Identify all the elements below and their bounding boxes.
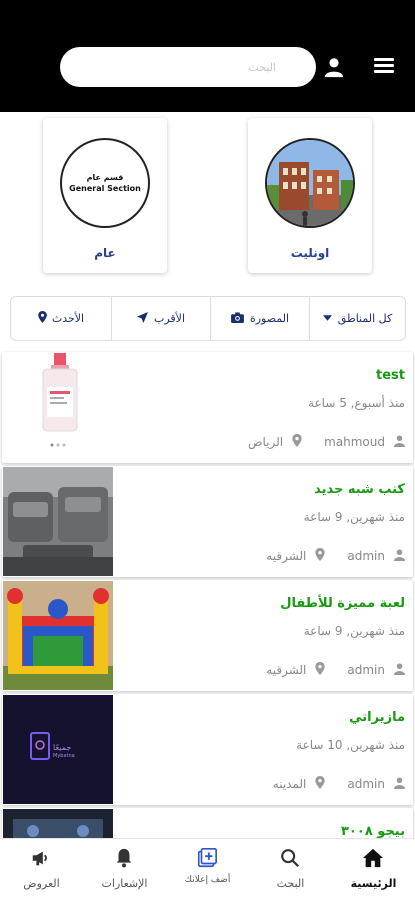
- user-icon: [394, 435, 405, 450]
- general-section-logo: قسم عام General Section: [62, 172, 148, 194]
- nav-notifications[interactable]: الإشعارات: [83, 839, 166, 900]
- listing-user: admin: [347, 663, 385, 677]
- logo-text: جميعًا: [53, 743, 72, 752]
- filter-all-regions[interactable]: كل المناطق: [309, 297, 405, 340]
- filter-label: الأقرب: [153, 312, 185, 325]
- chevron-down-icon: [322, 313, 332, 324]
- listing-thumbnail: [3, 467, 113, 576]
- listing-card[interactable]: جميعًا Mybatna مازيراتي منذ شهرين, 10 سا…: [2, 694, 413, 805]
- map-pin-icon: [315, 662, 326, 678]
- listing-time: منذ شهرين, 9 ساعة: [303, 624, 405, 638]
- search-bar[interactable]: [60, 47, 316, 87]
- nav-add-ad[interactable]: أضف إعلانك: [166, 839, 249, 900]
- map-pin-icon: [315, 776, 326, 792]
- listing-meta: admin الشرقيه: [266, 662, 405, 678]
- listing-title[interactable]: كنب شبه جديد: [314, 482, 405, 497]
- listing-card[interactable]: لعبة مميزة للأطفال منذ شهرين, 9 ساعة adm…: [2, 580, 413, 691]
- category-image: [265, 138, 355, 228]
- nav-search[interactable]: البحث: [249, 839, 332, 900]
- filter-label: كل المناطق: [337, 312, 393, 325]
- listing-thumbnail: [3, 581, 113, 690]
- listing-location: الشرقيه: [266, 663, 307, 677]
- filter-newest[interactable]: الأحدث: [11, 297, 111, 340]
- map-pin-icon: [38, 311, 47, 326]
- nav-label: أضف إعلانك: [184, 875, 231, 885]
- home-icon: [362, 848, 384, 868]
- category-card-general[interactable]: قسم عام General Section عام: [43, 118, 167, 273]
- logo-line-english: General Section: [69, 184, 141, 193]
- listing-time: منذ شهرين, 10 ساعة: [296, 738, 405, 752]
- listing-title[interactable]: test: [376, 368, 405, 383]
- user-icon: [394, 777, 405, 792]
- filter-nearest[interactable]: الأقرب: [111, 297, 210, 340]
- map-pin-icon: [315, 548, 326, 564]
- listing-title[interactable]: لعبة مميزة للأطفال: [280, 596, 405, 611]
- search-input[interactable]: [60, 47, 276, 87]
- hamburger-menu-icon[interactable]: [374, 58, 394, 74]
- bottle-image: [3, 353, 113, 462]
- bouncy-castle-image: [3, 581, 113, 690]
- location-arrow-icon: [136, 311, 148, 326]
- megaphone-icon: [32, 851, 47, 866]
- listing-location: الرياض: [247, 435, 284, 449]
- filter-bar: الأحدث الأقرب المصورة كل المناطق: [10, 296, 406, 341]
- filter-photos[interactable]: المصورة: [210, 297, 309, 340]
- user-icon: [394, 663, 405, 678]
- sofa-image: [3, 467, 113, 576]
- map-pin-icon: [292, 434, 302, 450]
- listing-user: mahmoud: [324, 435, 385, 449]
- listing-card[interactable]: كنب شبه جديد منذ شهرين, 9 ساعة admin الش…: [2, 466, 413, 577]
- logo-line-arabic: قسم عام: [86, 173, 124, 182]
- listing-title[interactable]: بيجو ٣٠٠٨: [341, 824, 405, 839]
- listing-location: الشرقيه: [266, 549, 307, 563]
- building-photo: [267, 140, 353, 226]
- user-icon[interactable]: [323, 56, 345, 78]
- listing-meta: mahmoud الرياض: [248, 434, 405, 450]
- listing-time: منذ شهرين, 9 ساعة: [303, 510, 405, 524]
- listing-thumbnail: [3, 353, 113, 462]
- nav-offers[interactable]: العروض: [0, 839, 83, 900]
- camera-icon: [231, 311, 244, 326]
- category-image: قسم عام General Section: [60, 138, 150, 228]
- logo-subtext: Mybatna: [53, 753, 75, 759]
- bell-icon: [116, 848, 132, 868]
- filter-label: الأحدث: [51, 312, 85, 325]
- nav-label: البحث: [276, 877, 305, 890]
- listing-location: المدينه: [272, 777, 307, 791]
- add-ad-icon: [197, 848, 217, 868]
- listing-user: admin: [347, 777, 385, 791]
- category-card-outlet[interactable]: اونليت: [248, 118, 372, 273]
- user-icon: [394, 549, 405, 564]
- nav-home[interactable]: الرئيسية: [332, 839, 415, 900]
- bottom-navigation: العروض الإشعارات أضف إعلانك البحث الرئيس…: [0, 838, 415, 900]
- category-label: اونليت: [290, 246, 330, 260]
- nav-label: الرئيسية: [350, 877, 397, 890]
- category-label: عام: [94, 246, 116, 260]
- nav-label: الإشعارات: [101, 877, 148, 890]
- nav-label: العروض: [23, 877, 60, 890]
- filter-label: المصورة: [249, 312, 290, 325]
- listing-user: admin: [347, 549, 385, 563]
- listing-card[interactable]: test منذ أسبوع, 5 ساعة mahmoud الرياض: [2, 352, 413, 463]
- listing-title[interactable]: مازيراتي: [349, 710, 405, 725]
- listing-meta: admin الشرقيه: [266, 548, 405, 564]
- top-app-bar: [0, 0, 415, 112]
- listing-time: منذ أسبوع, 5 ساعة: [308, 396, 405, 410]
- search-icon: [281, 849, 300, 868]
- listing-thumbnail: جميعًا Mybatna: [3, 695, 113, 804]
- listing-meta: admin المدينه: [273, 776, 405, 792]
